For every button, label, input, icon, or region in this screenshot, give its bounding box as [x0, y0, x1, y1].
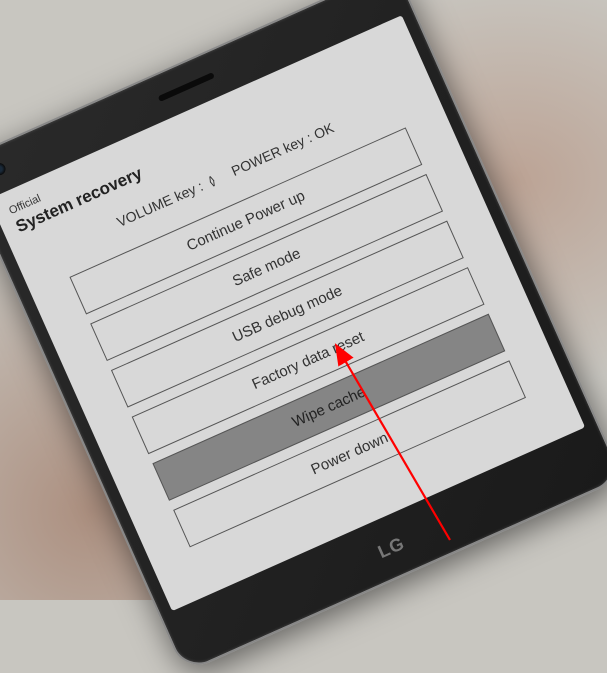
brand-logo: LG [375, 533, 408, 563]
front-camera [0, 161, 7, 177]
earpiece [158, 72, 215, 102]
up-down-icon: ∧∨ [204, 174, 221, 189]
